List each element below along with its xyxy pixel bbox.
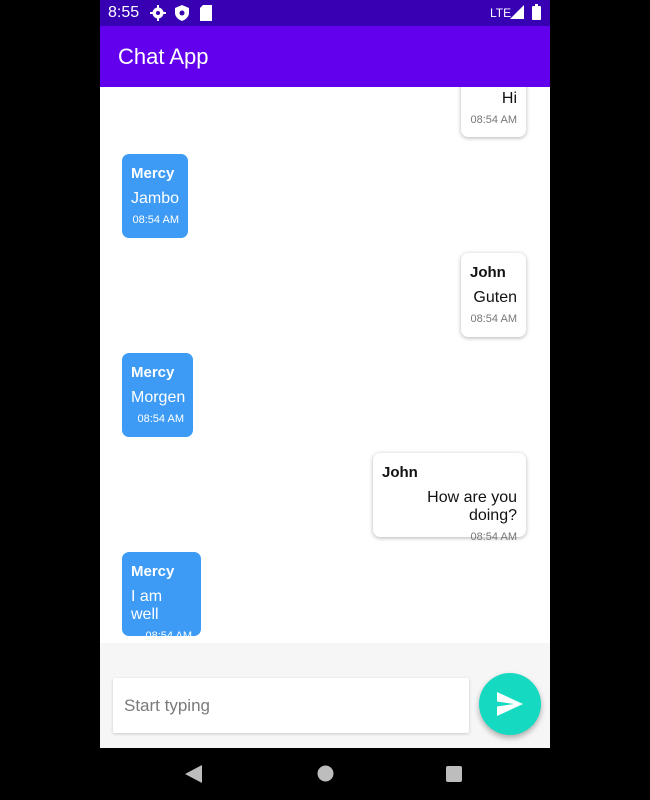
message-time: 08:54 AM: [470, 114, 517, 126]
message-time: 08:54 AM: [470, 313, 517, 325]
message-text: Morgen: [131, 389, 186, 406]
send-button[interactable]: [479, 673, 541, 735]
send-icon: [497, 692, 523, 716]
phone-screen: 8:55 LTE Chat App Hi 08:54 AM Mercy Jamb…: [100, 0, 550, 748]
message-bubble-outgoing: John How are you doing? 08:54 AM: [373, 453, 526, 543]
message-sender: John: [470, 264, 506, 281]
message-composer: [100, 643, 550, 748]
message-text: Jambo: [131, 190, 180, 207]
message-sender: Mercy: [131, 364, 175, 381]
shield-icon: [175, 5, 189, 26]
message-bubble-incoming: Mercy Morgen 08:54 AM: [122, 353, 193, 437]
network-type: LTE: [490, 6, 512, 20]
message-sender: Mercy: [131, 563, 175, 580]
message-text: How are you doing?: [427, 489, 517, 524]
status-time: 8:55: [108, 4, 140, 21]
recents-button[interactable]: [446, 766, 462, 787]
app-title: Chat App: [118, 44, 209, 69]
message-bubble-outgoing: Hi 08:54 AM: [461, 87, 526, 137]
app-bar: Chat App: [100, 26, 550, 87]
message-bubble-incoming: Mercy Jambo 08:54 AM: [122, 154, 188, 238]
message-time: 08:54 AM: [132, 214, 179, 226]
message-bubble-outgoing: John Guten 08:54 AM: [461, 253, 526, 337]
battery-icon: [532, 4, 541, 25]
system-nav-bar: [0, 748, 650, 800]
settings-icon: [150, 5, 166, 26]
back-button[interactable]: [185, 765, 202, 788]
message-input[interactable]: [113, 678, 469, 733]
message-text: Guten: [473, 289, 517, 306]
message-time: 08:54 AM: [145, 630, 192, 642]
message-text: Hi: [501, 90, 517, 107]
message-text: I am well: [131, 588, 163, 623]
signal-icon: [510, 5, 524, 24]
status-bar: 8:55 LTE: [100, 0, 550, 26]
message-time: 08:54 AM: [137, 413, 184, 425]
home-icon: [317, 765, 334, 782]
message-bubble-incoming: Mercy I am well 08:54 AM: [122, 552, 201, 642]
recents-icon: [446, 766, 462, 782]
message-sender: Mercy: [131, 165, 175, 182]
sd-card-icon: [200, 5, 212, 26]
chat-message-list[interactable]: Hi 08:54 AM Mercy Jambo 08:54 AM John Gu…: [100, 87, 550, 643]
home-button[interactable]: [317, 765, 334, 787]
message-time: 08:54 AM: [470, 531, 517, 543]
message-sender: John: [382, 464, 418, 481]
back-icon: [185, 765, 202, 783]
